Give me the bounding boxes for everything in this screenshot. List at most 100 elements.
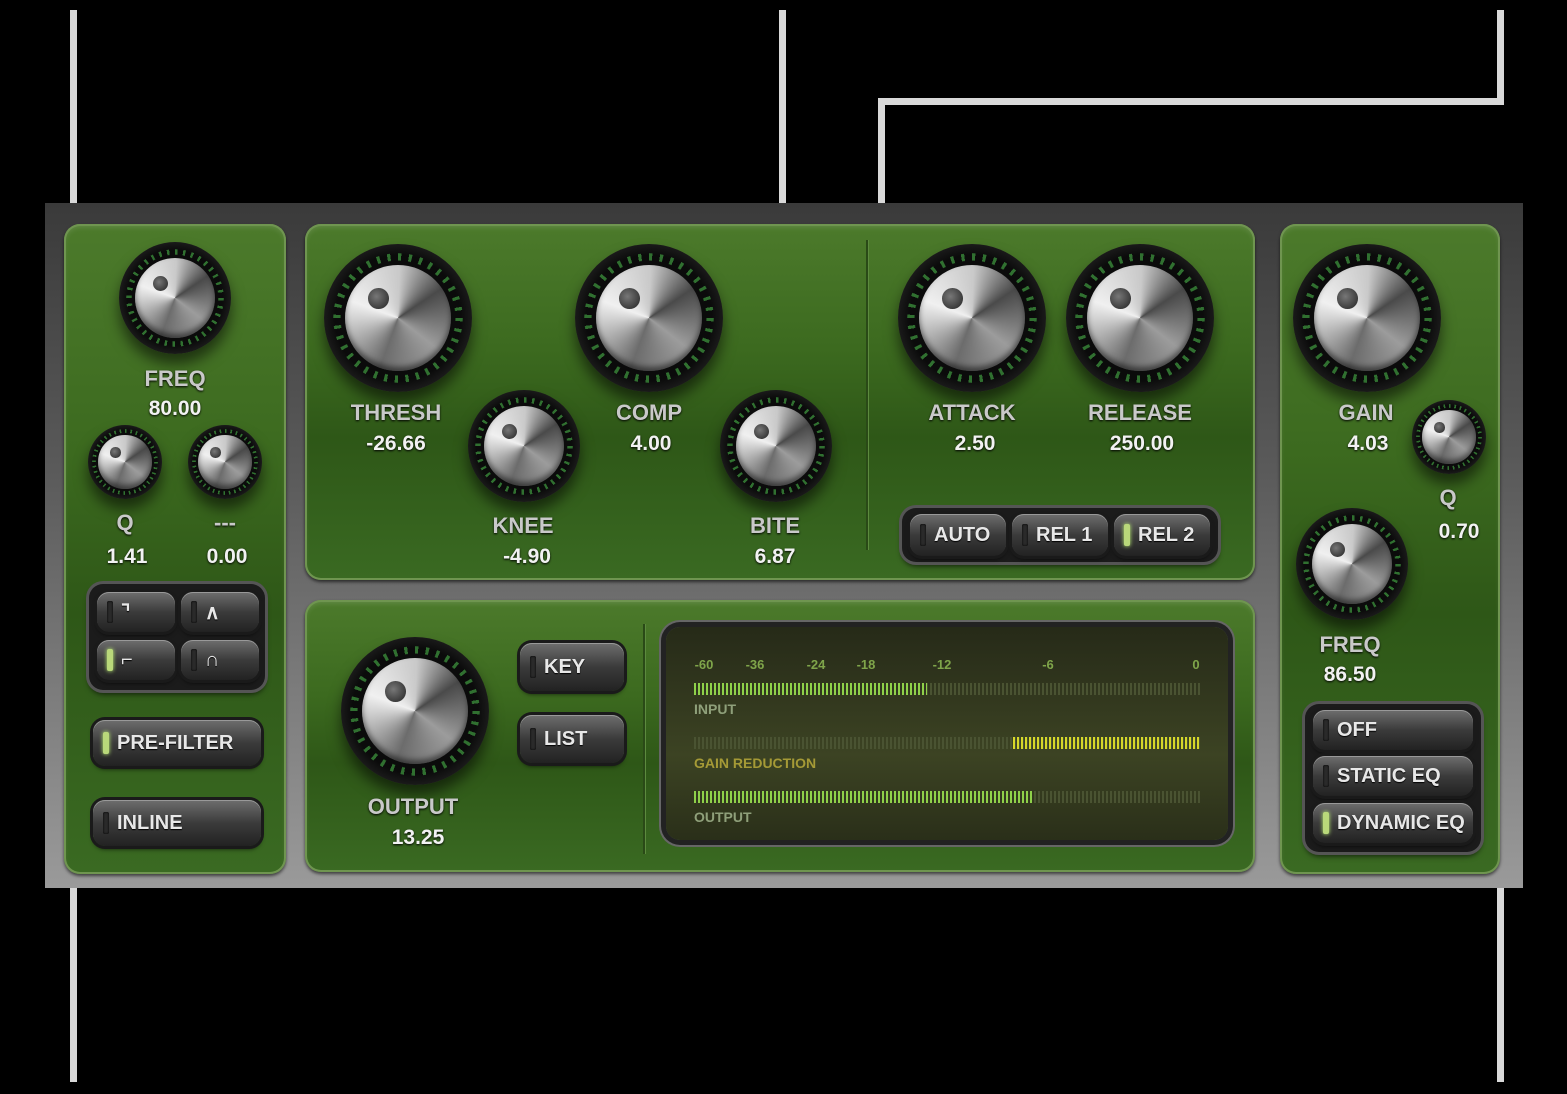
section-divider: [866, 240, 868, 550]
auto-button[interactable]: AUTO: [910, 514, 1006, 556]
pre-filter-label: PRE-FILTER: [117, 731, 234, 754]
comp-label: COMP: [616, 400, 682, 425]
peak-icon: ∧: [205, 601, 220, 624]
gain-reduction-meter-bar: [694, 737, 1200, 749]
knee-knob[interactable]: [468, 390, 580, 502]
output-label: OUTPUT: [367, 794, 459, 819]
dynamic-eq-label: DYNAMIC EQ: [1337, 811, 1465, 834]
gain-value: 0.00: [206, 545, 248, 568]
led: [1323, 812, 1329, 834]
eq-freq-value: 86.50: [1323, 663, 1377, 686]
bite-value: 6.87: [754, 545, 796, 568]
gain-reduction-meter-fill: [1012, 737, 1200, 749]
attack-label: ATTACK: [928, 400, 1016, 425]
attack-value: 2.50: [954, 432, 996, 455]
filter-lowpass-button[interactable]: ⌐: [97, 640, 175, 680]
eq-off-label: OFF: [1337, 718, 1377, 741]
release-value: 250.00: [1109, 432, 1175, 455]
freq-label: FREQ: [144, 366, 206, 391]
inline-button[interactable]: INLINE: [93, 800, 261, 846]
callout-line: [878, 98, 1504, 105]
eq-q-value: 0.70: [1438, 520, 1480, 543]
filter-highpass-button[interactable]: ∧: [181, 592, 259, 632]
output-knob[interactable]: [341, 637, 489, 785]
meter-scale-tick: 0: [1192, 657, 1200, 672]
bite-label: BITE: [749, 513, 801, 538]
section-divider: [643, 624, 645, 854]
bandpass-icon: ∩: [205, 648, 220, 671]
knee-label: KNEE: [492, 513, 554, 538]
eq-gain-knob[interactable]: [1293, 244, 1441, 392]
static-eq-button[interactable]: STATIC EQ: [1313, 756, 1473, 796]
gain-label: ---: [214, 510, 236, 535]
thresh-value: -26.66: [366, 432, 426, 455]
meter-scale-tick: -24: [806, 657, 826, 672]
eq-freq-label: FREQ: [1319, 632, 1381, 657]
rel2-button[interactable]: REL 2: [1114, 514, 1210, 556]
filter-lowshelf-button[interactable]: ⌝: [97, 592, 175, 632]
output-meter-bar: [694, 791, 1200, 803]
led: [530, 656, 536, 678]
eq-q-knob[interactable]: [1412, 400, 1486, 474]
thresh-knob[interactable]: [324, 244, 472, 392]
meter-display: -60 -36 -24 -18 -12 -6 0 INPUT GAIN REDU…: [666, 627, 1228, 840]
output-meter-label: OUTPUT: [694, 809, 752, 825]
knee-value: -4.90: [503, 545, 551, 568]
led: [920, 524, 926, 546]
led: [103, 732, 109, 754]
thresh-label: THRESH: [350, 400, 442, 425]
meter-scale-tick: -36: [745, 657, 765, 672]
output-value: 13.25: [391, 826, 445, 849]
gain-reduction-meter-label: GAIN REDUCTION: [694, 755, 817, 771]
led: [107, 649, 113, 671]
led: [107, 601, 113, 623]
eq-freq-knob[interactable]: [1296, 508, 1408, 620]
led: [191, 601, 197, 623]
key-button[interactable]: KEY: [520, 643, 624, 691]
input-meter-label: INPUT: [694, 701, 736, 717]
freq-knob[interactable]: [119, 242, 231, 354]
eq-gain-label: GAIN: [1338, 400, 1394, 425]
eq-gain-value: 4.03: [1347, 432, 1389, 455]
led: [1022, 524, 1028, 546]
meter-scale-tick: -6: [1042, 657, 1054, 672]
led: [191, 649, 197, 671]
meter-scale-tick: -18: [856, 657, 876, 672]
q-knob[interactable]: [88, 425, 162, 499]
dynamic-eq-button[interactable]: DYNAMIC EQ: [1313, 803, 1473, 843]
lowshelf-icon: ⌝: [121, 601, 131, 624]
auto-label: AUTO: [934, 523, 991, 546]
led: [1323, 765, 1329, 787]
rel1-button[interactable]: REL 1: [1012, 514, 1108, 556]
meter-scale-tick: -12: [932, 657, 952, 672]
led: [1323, 719, 1329, 741]
eq-off-button[interactable]: OFF: [1313, 710, 1473, 750]
output-meter-fill: [694, 791, 1034, 803]
list-button[interactable]: LIST: [520, 715, 624, 763]
list-label: LIST: [544, 727, 588, 750]
highshelf-icon: ⌐: [121, 648, 133, 671]
led: [103, 812, 109, 834]
freq-value: 80.00: [148, 397, 202, 420]
key-label: KEY: [544, 655, 586, 678]
inline-label: INLINE: [117, 811, 183, 834]
rel2-label: REL 2: [1138, 523, 1195, 546]
comp-knob[interactable]: [575, 244, 723, 392]
release-knob[interactable]: [1066, 244, 1214, 392]
attack-knob[interactable]: [898, 244, 1046, 392]
release-label: RELEASE: [1088, 400, 1192, 425]
q-value: 1.41: [106, 545, 148, 568]
meter-scale-tick: -60: [694, 657, 714, 672]
input-meter-bar: [694, 683, 1200, 695]
rel1-label: REL 1: [1036, 523, 1093, 546]
comp-value: 4.00: [630, 432, 672, 455]
callout-line: [1497, 10, 1504, 105]
bite-knob[interactable]: [720, 390, 832, 502]
eq-q-label: Q: [1439, 485, 1457, 510]
q-label: Q: [116, 510, 134, 535]
input-meter-fill: [694, 683, 927, 695]
gain-knob[interactable]: [188, 425, 262, 499]
led: [1124, 524, 1130, 546]
pre-filter-button[interactable]: PRE-FILTER: [93, 720, 261, 766]
filter-bandpass-button[interactable]: ∩: [181, 640, 259, 680]
